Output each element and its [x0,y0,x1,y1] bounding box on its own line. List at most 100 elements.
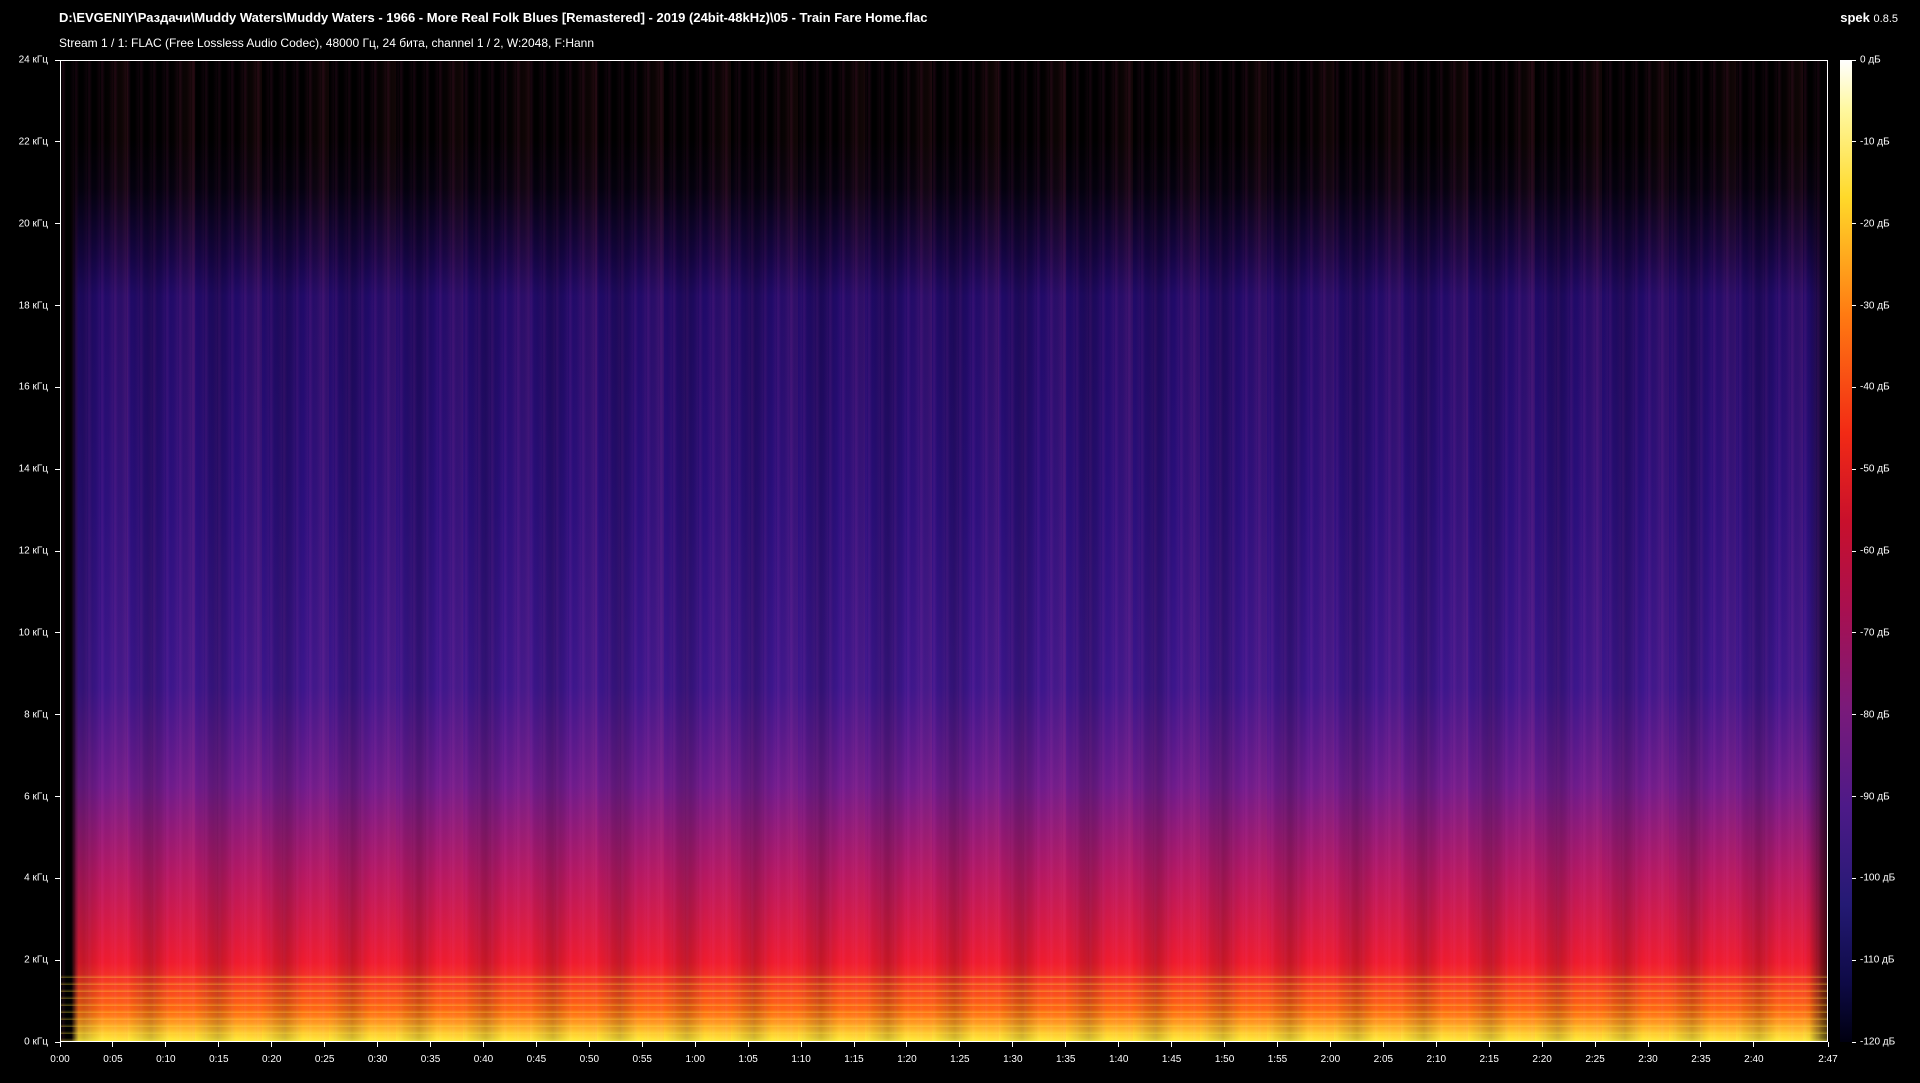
frequency-tick [55,141,60,143]
time-label: 2:35 [1691,1054,1711,1065]
time-tick [1753,1042,1755,1047]
frequency-label: 12 кГц [18,545,48,557]
db-label: -20 дБ [1860,218,1890,230]
stream-info: Stream 1 / 1: FLAC (Free Lossless Audio … [59,36,595,50]
db-label: -70 дБ [1860,627,1890,639]
time-label: 0:05 [103,1054,123,1065]
time-tick [588,1042,590,1047]
db-label: -10 дБ [1860,136,1890,148]
db-label: 0 дБ [1860,54,1881,66]
frequency-tick [55,796,60,797]
time-tick [1435,1042,1437,1047]
time-tick [165,1042,167,1047]
spectrogram-harmonics [61,971,1827,1041]
db-tick [1852,550,1856,552]
time-label: 1:30 [1003,1054,1023,1065]
time-label: 1:45 [1161,1054,1182,1065]
spectrogram-texture-2 [61,61,1827,1041]
frequency-tick [55,632,60,634]
time-label: 0:10 [156,1054,176,1065]
db-tick [1852,59,1856,61]
time-label: 0:45 [526,1054,547,1065]
frequency-label: 24 кГц [18,54,48,66]
frequency-tick [55,714,60,716]
db-tick [1852,959,1856,961]
frequency-label: 18 кГц [18,300,48,311]
app-name: spek [1840,10,1870,25]
frequency-label: 20 кГц [18,218,48,230]
time-tick [1382,1042,1384,1047]
frequency-label: 6 кГц [24,791,48,802]
time-tick [324,1042,326,1047]
time-label: 1:10 [791,1054,811,1065]
db-label: -110 дБ [1860,954,1895,966]
time-label: 0:35 [420,1054,441,1065]
time-label: 2:15 [1479,1054,1499,1065]
time-tick [1224,1042,1226,1047]
db-tick [1852,632,1856,634]
time-label: 2:40 [1744,1054,1764,1065]
time-tick [482,1042,484,1047]
db-label: -90 дБ [1860,791,1890,802]
time-label: 2:25 [1585,1054,1605,1065]
frequency-tick [55,305,60,306]
time-tick [853,1042,855,1047]
time-tick [1594,1042,1596,1047]
time-label: 1:05 [738,1054,758,1065]
time-tick [1541,1042,1543,1047]
frequency-tick [55,877,60,879]
time-tick [1065,1042,1067,1047]
time-label: 0:55 [632,1054,652,1065]
time-label: 1:50 [1214,1054,1235,1065]
frequency-tick [55,550,60,552]
app-name-label: spek 0.8.5 [1840,10,1898,25]
frequency-tick [55,386,60,388]
db-tick [1852,468,1856,470]
db-label: -40 дБ [1860,381,1890,393]
frequency-tick [55,223,60,225]
db-tick [1852,223,1856,225]
time-label: 2:00 [1320,1054,1341,1065]
frequency-tick [55,59,60,61]
db-label: -60 дБ [1860,545,1890,557]
time-tick [906,1042,908,1047]
time-label: 1:20 [897,1054,917,1065]
time-tick [1276,1042,1278,1047]
time-label: 1:40 [1108,1054,1129,1065]
time-tick [377,1042,379,1047]
time-label: 0:40 [473,1054,494,1065]
time-label: 1:15 [844,1054,864,1065]
time-tick [694,1042,696,1047]
frequency-label: 16 кГц [18,381,48,393]
db-tick [1852,796,1856,797]
time-label: 2:30 [1638,1054,1658,1065]
frequency-label: 2 кГц [24,954,48,966]
time-label: 0:30 [367,1054,388,1065]
time-label: 0:00 [50,1054,70,1065]
time-tick [959,1042,961,1047]
time-tick [271,1042,273,1047]
time-tick [112,1042,114,1047]
app-version: 0.8.5 [1873,13,1898,25]
frequency-label: 14 кГц [18,463,48,475]
frequency-tick [55,468,60,470]
db-tick [1852,305,1856,306]
time-tick [1488,1042,1490,1047]
time-label: 0:25 [314,1054,335,1065]
time-label: 0:50 [579,1054,600,1065]
db-colorbar [1840,60,1852,1042]
time-label: 2:47 [1818,1054,1838,1065]
db-label: -80 дБ [1860,709,1890,721]
time-tick [1171,1042,1173,1047]
time-label: 1:55 [1267,1054,1288,1065]
spectrogram-plot [60,60,1828,1042]
frequency-label: 10 кГц [18,627,48,639]
db-tick [1852,877,1856,879]
db-tick [1852,386,1856,388]
frequency-label: 22 кГц [18,136,48,148]
time-label: 1:00 [685,1054,705,1065]
time-label: 2:05 [1373,1054,1394,1065]
db-label: -100 дБ [1860,872,1896,884]
time-label: 1:25 [950,1054,970,1065]
time-label: 2:20 [1532,1054,1552,1065]
